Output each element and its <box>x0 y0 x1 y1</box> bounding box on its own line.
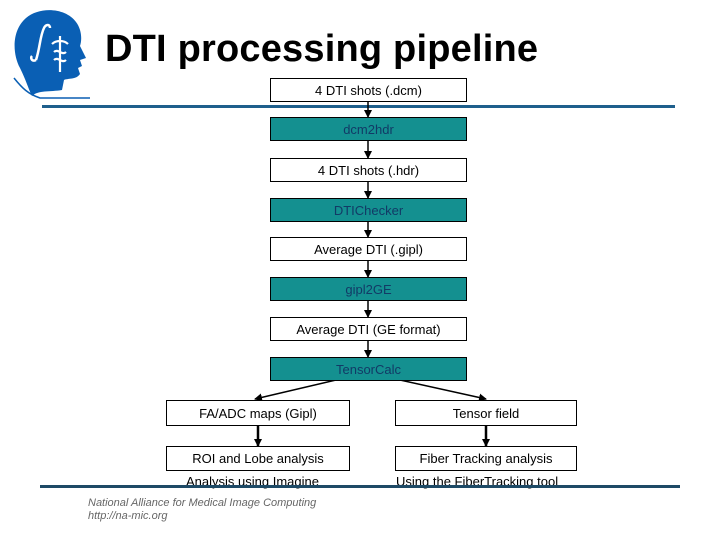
footer-divider <box>40 485 680 488</box>
arrow <box>399 379 487 402</box>
data-box-average-ge: Average DTI (GE format) <box>270 317 467 341</box>
data-box-average-gipl: Average DTI (.gipl) <box>270 237 467 261</box>
data-box-fa-adc-maps: FA/ADC maps (Gipl) <box>166 400 350 426</box>
footer-url: http://na-mic.org <box>88 510 168 522</box>
process-box-dtichecker: DTIChecker <box>270 198 467 222</box>
process-box-dcm2hdr: dcm2hdr <box>270 117 467 141</box>
footer-organization: National Alliance for Medical Image Comp… <box>88 497 317 509</box>
process-box-gipl2ge: gipl2GE <box>270 277 467 301</box>
data-box-hdr: 4 DTI shots (.hdr) <box>270 158 467 182</box>
data-box-tensor-field: Tensor field <box>395 400 577 426</box>
process-box-tensorcalc: TensorCalc <box>270 357 467 381</box>
analysis-box-roi-lobe: ROI and Lobe analysis <box>166 446 350 471</box>
footer: National Alliance for Medical Image Comp… <box>88 497 316 523</box>
analysis-box-fiber-tracking: Fiber Tracking analysis <box>395 446 577 471</box>
arrow <box>254 379 337 402</box>
data-box-dcm: 4 DTI shots (.dcm) <box>270 78 467 102</box>
